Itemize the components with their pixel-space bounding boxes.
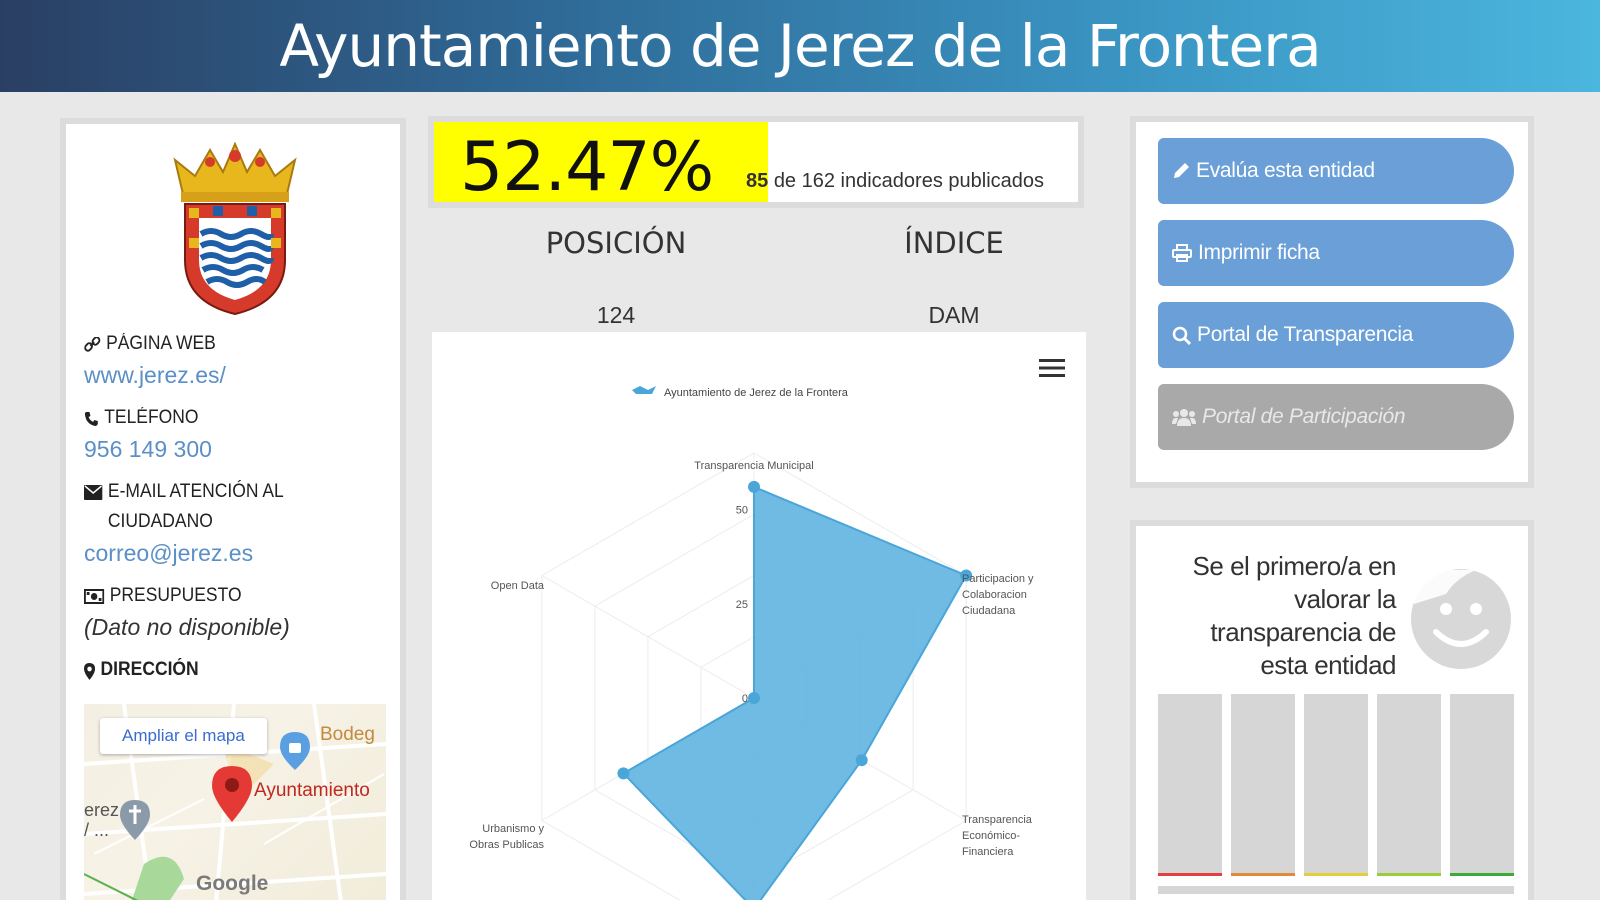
actions-card: Evalúa esta entidad Imprimir ficha Porta…: [1130, 116, 1534, 488]
church-pin-icon: [120, 800, 150, 840]
rating-bar-2[interactable]: [1231, 694, 1295, 876]
radar-chart: 0 25 50 Transparencia Municipal Participacio…: [432, 332, 1086, 900]
position-value: 124: [596, 302, 636, 328]
radar-point-1: [748, 480, 760, 493]
rating-underline: [1158, 886, 1514, 894]
legend-symbol: [632, 386, 656, 394]
phone-value[interactable]: 956 149 300: [84, 433, 386, 465]
page-header: Ayuntamiento de Jerez de la Frontera: [0, 0, 1600, 92]
enlarge-map-button[interactable]: Ampliar el mapa: [100, 718, 267, 754]
rating-bar-1[interactable]: [1158, 694, 1222, 876]
phone-icon: [84, 412, 98, 426]
money-icon: [84, 589, 105, 604]
radar-axis-label-1: Transparencia Municipal: [694, 460, 813, 472]
radar-tick-label-3: 50: [736, 505, 748, 517]
address-label: DIRECCIÓN: [84, 655, 362, 685]
envelope-icon: [84, 485, 103, 500]
users-icon: [1172, 409, 1196, 426]
radar-tick-label-2: 25: [736, 599, 748, 611]
entity-info-card: PÁGINA WEB www.jerez.es/ TELÉFONO 956 14…: [60, 118, 406, 900]
search-icon: [1172, 326, 1191, 345]
coat-of-arms-icon: [173, 142, 297, 316]
rating-prompt: Se el primero/a en valorar la transparen…: [1192, 551, 1397, 680]
legend-label: Ayuntamiento de Jerez de la Frontera: [664, 387, 849, 399]
website-label: PÁGINA WEB: [84, 329, 362, 359]
radar-axis-label-5: Urbanismo y Obras Publicas: [469, 823, 544, 851]
radar-point-5: [617, 767, 630, 780]
radar-tick-label-1: 0: [742, 693, 748, 705]
rating-bar-5[interactable]: [1450, 694, 1514, 876]
phone-label: TELÉFONO: [84, 403, 362, 433]
index-value: DAM: [928, 302, 980, 328]
print-button[interactable]: Imprimir ficha: [1158, 220, 1514, 286]
index-label: ÍNDICE: [904, 226, 1004, 260]
email-label: E-MAIL ATENCIÓN AL CIUDADANO: [84, 477, 362, 537]
rating-card: Se el primero/a en valorar la transparen…: [1130, 520, 1534, 900]
position-label: POSICIÓN: [545, 226, 687, 260]
map-label-ayuntamiento: Ayuntamiento: [254, 780, 370, 801]
google-logo: Google: [196, 872, 269, 895]
rating-bar-3[interactable]: [1304, 694, 1368, 876]
map-label-bodega: Bodeg: [320, 724, 375, 745]
radar-svg: 0 25 50 Transparencia Municipal Participacio…: [469, 386, 1034, 900]
rating-bars: [1158, 694, 1514, 878]
printer-icon: [1172, 244, 1192, 262]
email-link[interactable]: correo@jerez.es: [84, 537, 386, 569]
evaluate-button[interactable]: Evalúa esta entidad: [1158, 138, 1514, 204]
budget-label: PRESUPUESTO: [84, 581, 362, 611]
location-pin-icon[interactable]: [212, 766, 252, 822]
website-link[interactable]: www.jerez.es/: [84, 359, 386, 391]
score-percent: 52.47%: [460, 128, 714, 207]
page-title: Ayuntamiento de Jerez de la Frontera: [279, 12, 1321, 80]
radar-point-3: [855, 754, 868, 767]
radar-axis-label-6: Open Data: [491, 580, 545, 592]
smiley-icon[interactable]: [1406, 564, 1516, 674]
shopping-pin-icon: [280, 732, 310, 770]
map-label-jerez: erez / ...: [84, 800, 120, 840]
radar-axis-label-3: Transparencia Económico-Financiera: [962, 814, 1033, 858]
rating-bar-4[interactable]: [1377, 694, 1441, 876]
link-icon: [84, 337, 101, 352]
transparency-portal-button[interactable]: Portal de Transparencia: [1158, 302, 1514, 368]
map-marker-icon: [84, 663, 96, 680]
address-map[interactable]: Ampliar el mapa Bodeg Ayuntamiento erez …: [84, 704, 386, 900]
pencil-icon: [1174, 163, 1189, 178]
budget-value: (Dato no disponible): [84, 614, 290, 640]
radar-point-6: [748, 692, 760, 704]
participation-portal-button[interactable]: Portal de Participación: [1158, 384, 1514, 450]
radar-axis-label-2: Participacion y Colaboracion Ciudadana: [962, 573, 1034, 617]
radar-series-area: [621, 485, 968, 900]
score-box: 52.47% 85 de 162 indicadores publicados: [428, 116, 1084, 208]
indicators-published: 85 de 162 indicadores publicados: [746, 170, 1045, 192]
